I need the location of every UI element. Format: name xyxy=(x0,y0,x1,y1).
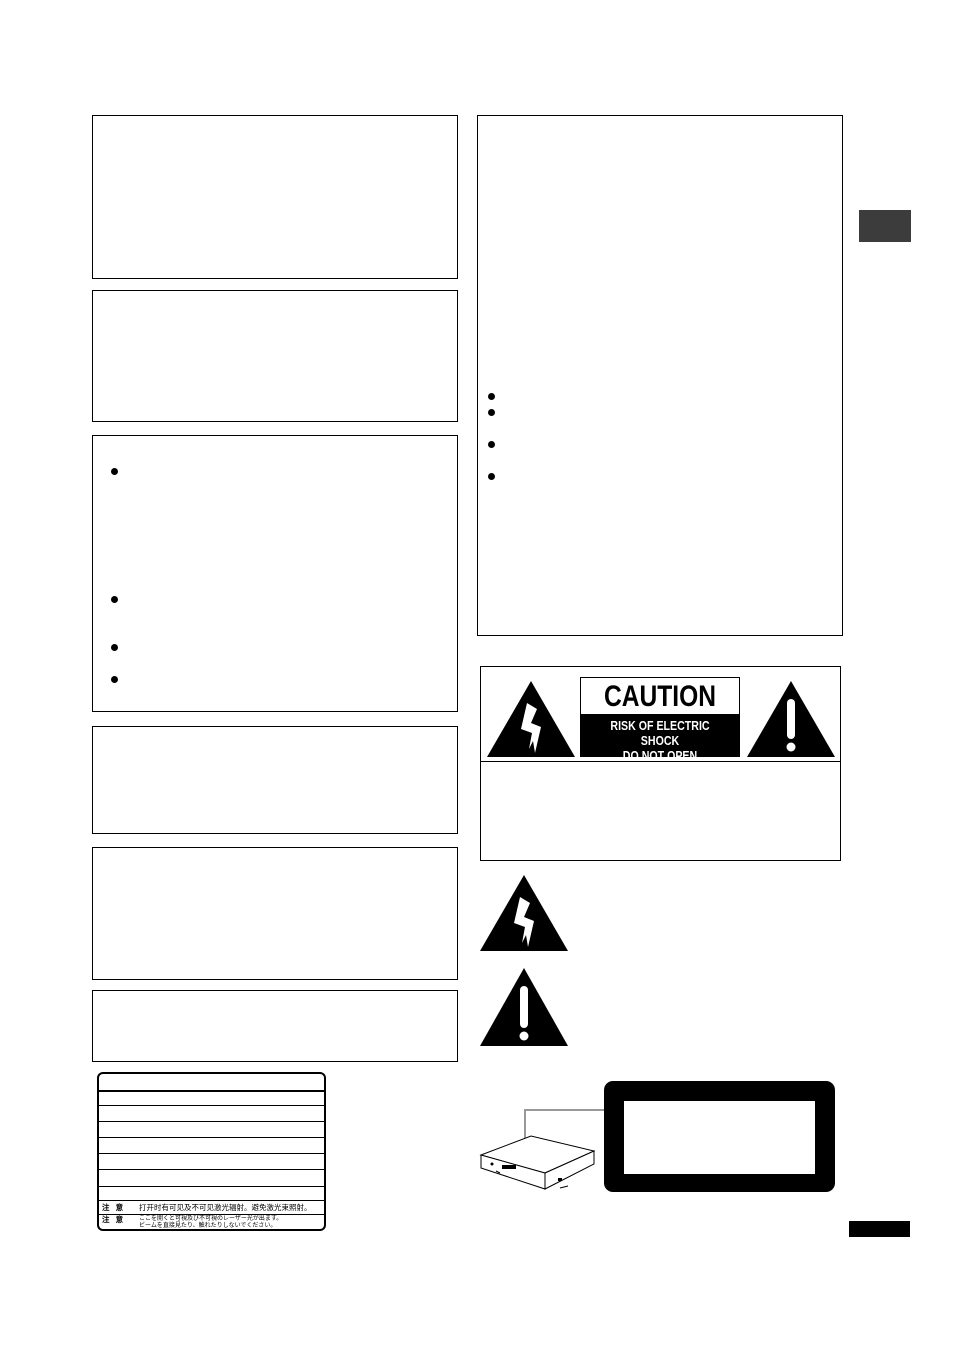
bullet-icon xyxy=(111,644,118,651)
label-row xyxy=(99,1169,324,1187)
player-device-icon xyxy=(479,1109,604,1190)
page-number-tab xyxy=(849,1221,910,1237)
caution-panel: CAUTION RISK OF ELECTRIC SHOCK DO NOT OP… xyxy=(480,666,841,861)
laser-warning-label: 注 意 打开时有可见及不可见激光辐射。避免激光束照射。 注 意 ここを開くと可視… xyxy=(97,1072,326,1231)
bullet-icon xyxy=(488,393,495,400)
caution-key: 注 意 xyxy=(102,1215,126,1224)
label-row xyxy=(99,1090,324,1106)
label-row xyxy=(99,1137,324,1154)
caution-title: CAUTION xyxy=(603,680,717,713)
lightning-triangle-icon xyxy=(480,875,568,951)
notice-box-4 xyxy=(92,726,458,834)
label-row xyxy=(99,1200,324,1215)
exclamation-triangle-icon xyxy=(480,968,568,1046)
bullet-icon xyxy=(488,409,495,416)
bullet-icon xyxy=(488,473,495,480)
caution-text-line1: ここを開くと可視及び不可視のレーザー光が出ます。 xyxy=(139,1216,283,1222)
notice-box-2 xyxy=(92,290,458,422)
bullet-icon xyxy=(111,676,118,683)
notice-box-5 xyxy=(92,847,458,980)
bullet-icon xyxy=(111,468,118,475)
notice-box-1 xyxy=(92,115,458,279)
label-frame-icon xyxy=(604,1081,835,1192)
caution-band: RISK OF ELECTRIC SHOCK DO NOT OPEN xyxy=(581,714,739,763)
label-row xyxy=(99,1105,324,1122)
label-row xyxy=(99,1121,324,1138)
caution-divider xyxy=(481,761,840,762)
exclamation-triangle-icon xyxy=(747,681,835,757)
label-frame-inner xyxy=(624,1101,815,1174)
lightning-triangle-icon xyxy=(487,681,575,757)
caution-sign: CAUTION RISK OF ELECTRIC SHOCK DO NOT OP… xyxy=(580,677,740,763)
bullet-icon xyxy=(111,596,118,603)
notice-box-7 xyxy=(477,115,843,636)
caution-line-1: RISK OF ELECTRIC SHOCK xyxy=(610,719,710,748)
notice-box-3 xyxy=(92,435,458,712)
notice-box-6 xyxy=(92,990,458,1062)
caution-text-line2: ビームを直接見たり、触れたりしないでください。 xyxy=(139,1223,277,1229)
section-tab xyxy=(859,210,911,242)
label-row xyxy=(99,1186,324,1201)
bullet-icon xyxy=(488,441,495,448)
label-row xyxy=(99,1153,324,1170)
